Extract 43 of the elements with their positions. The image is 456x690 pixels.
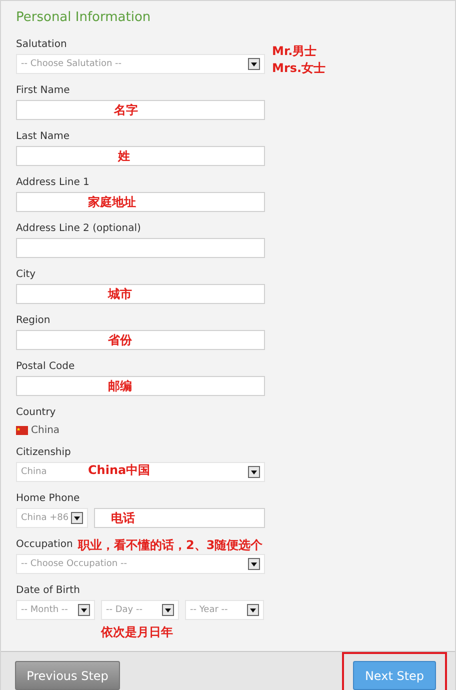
field-label: Occupation xyxy=(16,538,73,552)
field-label: Country xyxy=(16,406,56,420)
annotation: 城市 xyxy=(108,286,132,303)
flag-icon xyxy=(16,426,28,434)
dropdown[interactable]: -- Choose Occupation -- xyxy=(16,554,265,574)
text-field[interactable] xyxy=(16,192,265,212)
annotation: 名字 xyxy=(114,102,138,119)
field-label: Date of Birth xyxy=(16,584,80,598)
back-button[interactable]: Previous Step xyxy=(15,661,120,690)
dropdown[interactable]: -- Year -- xyxy=(185,600,264,620)
field-label: Address Line 1 xyxy=(16,176,90,190)
field-label: Salutation xyxy=(16,38,67,52)
annotation: 省份 xyxy=(108,332,132,349)
annotation: 家庭地址 xyxy=(88,194,136,211)
annotation: 职业，看不懂的话，2、3随便选个 xyxy=(78,537,263,554)
phone-field[interactable] xyxy=(94,508,265,528)
annotation: 姓 xyxy=(118,148,130,165)
text-field[interactable] xyxy=(16,238,265,258)
field-label: Home Phone xyxy=(16,492,80,506)
text-field[interactable] xyxy=(16,330,265,350)
annotation: China中国 xyxy=(88,462,150,479)
text-field[interactable] xyxy=(16,100,265,120)
dropdown[interactable]: -- Choose Salutation -- xyxy=(16,54,265,74)
field-label: Address Line 2 (optional) xyxy=(16,222,141,236)
text-field[interactable] xyxy=(16,146,265,166)
field-value: China xyxy=(31,424,60,436)
next-button[interactable]: Next Step xyxy=(353,661,436,690)
text-field[interactable] xyxy=(16,284,265,304)
annotation: 依次是月日年 xyxy=(101,624,173,641)
field-label: Citizenship xyxy=(16,446,71,460)
annotation: Mr.男士 Mrs.女士 xyxy=(272,43,326,77)
section-title: Personal Information xyxy=(16,10,152,25)
dropdown[interactable]: China +86 xyxy=(16,508,88,528)
annotation: 电话 xyxy=(111,510,135,527)
field-label: Region xyxy=(16,314,50,328)
field-label: Postal Code xyxy=(16,360,75,374)
field-label: City xyxy=(16,268,36,282)
dropdown[interactable]: -- Month -- xyxy=(16,600,95,620)
dropdown[interactable]: -- Day -- xyxy=(101,600,179,620)
field-label: Last Name xyxy=(16,130,70,144)
field-label: First Name xyxy=(16,84,70,98)
annotation: 邮编 xyxy=(108,378,132,395)
text-field[interactable] xyxy=(16,376,265,396)
